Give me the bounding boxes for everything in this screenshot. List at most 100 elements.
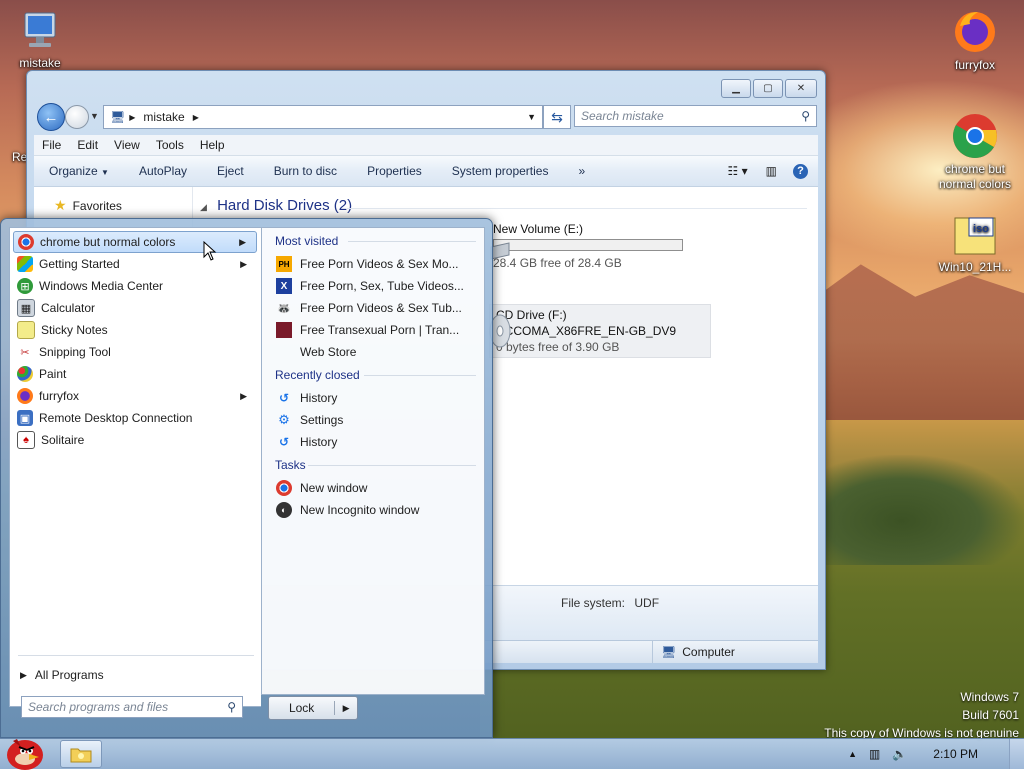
program-item-media-center[interactable]: ⊞ Windows Media Center xyxy=(13,275,257,297)
jumplist-item[interactable]: ▮ Free Transexual Porn | Tran... xyxy=(276,320,476,340)
properties-button[interactable]: Properties xyxy=(352,164,437,178)
jumplist-divider xyxy=(364,375,476,376)
command-bar: Organize ▼ AutoPlay Eject Burn to disc P… xyxy=(34,156,818,187)
menu-view[interactable]: View xyxy=(106,138,148,152)
program-item-calculator[interactable]: ▦ Calculator xyxy=(13,297,257,319)
minimize-button[interactable]: ▁ xyxy=(721,79,751,98)
system-properties-button[interactable]: System properties xyxy=(437,164,564,178)
help-icon[interactable]: ? xyxy=(791,163,818,179)
jumplist-item[interactable]: ↺ History xyxy=(276,432,476,452)
chevron-right-icon[interactable]: ▶ xyxy=(335,703,357,714)
menu-help[interactable]: Help xyxy=(192,138,233,152)
close-button[interactable]: ✕ xyxy=(785,79,817,98)
jumplist-label: Free Porn, Sex, Tube Videos... xyxy=(300,279,464,293)
recent-pages-button[interactable]: ▼ xyxy=(90,111,99,121)
program-item-snipping-tool[interactable]: ✂ Snipping Tool xyxy=(13,341,257,363)
back-button[interactable]: ← xyxy=(37,103,65,131)
lock-label: Lock xyxy=(269,701,336,715)
calculator-icon: ▦ xyxy=(17,299,35,317)
jumplist-divider xyxy=(348,241,476,242)
start-button-angry-bird-icon[interactable] xyxy=(3,733,45,771)
organize-button[interactable]: Organize ▼ xyxy=(34,164,124,178)
jumplist-item[interactable]: X Free Porn, Sex, Tube Videos... xyxy=(276,276,476,296)
jumplist-item[interactable]: Web Store xyxy=(276,342,476,362)
desktop-icon-chrome[interactable]: chrome but normal colors xyxy=(935,112,1015,192)
program-label: chrome but normal colors xyxy=(40,235,176,249)
program-item-remote-desktop[interactable]: ▣ Remote Desktop Connection xyxy=(13,407,257,429)
burn-to-disc-button[interactable]: Burn to disc xyxy=(259,164,352,178)
jumplist-label: Free Porn Videos & Sex Mo... xyxy=(300,257,459,271)
jumplist-label: History xyxy=(300,435,338,449)
firefox-icon xyxy=(955,12,995,52)
desktop-icon-label: mistake xyxy=(19,56,61,70)
jump-list: Most visited PH Free Porn Videos & Sex M… xyxy=(261,227,485,695)
search-placeholder: Search mistake xyxy=(581,109,664,123)
search-input[interactable]: Search mistake ⚲ xyxy=(574,105,817,127)
remote-desktop-icon: ▣ xyxy=(17,410,33,426)
menu-file[interactable]: File xyxy=(34,138,69,152)
program-item-furryfox[interactable]: furryfox ▶ xyxy=(13,385,257,407)
desktop-icon-furryfox[interactable]: furryfox xyxy=(935,6,1015,73)
desktop-icon-mistake[interactable]: mistake xyxy=(0,8,80,71)
group-header[interactable]: ◢ Hard Disk Drives (2) xyxy=(200,197,352,214)
submenu-arrow-icon: ▶ xyxy=(240,390,247,401)
drive-free-space: 0 bytes free of 3.90 GB xyxy=(496,340,620,354)
clock[interactable]: 2:10 PM xyxy=(933,747,978,761)
forward-button[interactable] xyxy=(65,105,89,129)
drive-new-volume[interactable]: New Volume (E:) 28.4 GB free of 28.4 GB xyxy=(493,221,683,271)
jumplist-task-new-window[interactable]: New window xyxy=(276,478,476,498)
program-label: Sticky Notes xyxy=(41,323,108,337)
star-icon: ★ xyxy=(54,197,67,213)
autoplay-button[interactable]: AutoPlay xyxy=(124,164,202,178)
nav-favorites-label: Favorites xyxy=(72,198,122,213)
view-options-icon[interactable]: ☷ ▾ xyxy=(724,164,752,178)
more-commands-button[interactable]: » xyxy=(563,164,600,178)
lock-button[interactable]: Lock ▶ xyxy=(268,696,358,720)
details-value: UDF xyxy=(634,596,660,610)
all-programs-button[interactable]: ▶ All Programs xyxy=(20,668,104,682)
program-item-sticky-notes[interactable]: Sticky Notes xyxy=(13,319,257,341)
jumplist-label: Free Porn Videos & Sex Tub... xyxy=(300,301,462,315)
drive-volume-label: CCCOMA_X86FRE_EN-GB_DV9 xyxy=(496,324,677,338)
chevron-right-icon: ▶ xyxy=(20,669,27,680)
jumplist-item[interactable]: ↺ History xyxy=(276,388,476,408)
eject-button[interactable]: Eject xyxy=(202,164,259,178)
start-menu-bottom: Search programs and files ⚲ Lock ▶ xyxy=(9,694,483,734)
jumplist-label: New window xyxy=(300,481,368,495)
jumplist-item[interactable]: PH Free Porn Videos & Sex Mo... xyxy=(276,254,476,274)
jumplist-label: New Incognito window xyxy=(300,503,420,517)
site-favicon-icon: X xyxy=(276,278,292,294)
program-item-solitaire[interactable]: ♠ Solitaire xyxy=(13,429,257,451)
address-text: mistake xyxy=(143,110,185,124)
jumplist-task-incognito[interactable]: ◐ New Incognito window xyxy=(276,500,476,520)
taskbar-explorer-button[interactable] xyxy=(60,740,102,768)
program-item-paint[interactable]: Paint xyxy=(13,363,257,385)
program-label: Getting Started xyxy=(39,257,120,271)
nav-favorites[interactable]: ★ Favorites xyxy=(54,197,122,214)
search-icon: ⚲ xyxy=(801,109,810,123)
menu-edit[interactable]: Edit xyxy=(69,138,106,152)
monitor-icon xyxy=(24,12,56,47)
jumplist-item[interactable]: 🦝 Free Porn Videos & Sex Tub... xyxy=(276,298,476,318)
network-icon[interactable]: ▥ xyxy=(869,747,880,761)
program-item-chrome[interactable]: chrome but normal colors ▶ xyxy=(13,231,257,253)
show-hidden-icons-icon[interactable]: ▲ xyxy=(848,749,857,759)
start-search-input[interactable]: Search programs and files ⚲ xyxy=(21,696,243,718)
volume-icon[interactable]: 🔈 xyxy=(892,747,907,761)
show-desktop-button[interactable] xyxy=(1009,739,1024,769)
preview-pane-icon[interactable]: ▥ xyxy=(752,164,791,178)
organize-label: Organize xyxy=(49,164,98,178)
jumplist-header-most-visited: Most visited xyxy=(275,234,339,248)
refresh-button[interactable]: ⇆ xyxy=(543,105,571,129)
menu-tools[interactable]: Tools xyxy=(148,138,192,152)
chevron-down-icon[interactable]: ▼ xyxy=(527,112,536,122)
desktop-icon-iso[interactable]: iso Win10_21H... xyxy=(935,214,1015,275)
drive-name: New Volume (E:) xyxy=(493,222,584,236)
address-bar[interactable]: 🖥 ▶ mistake ▶ ▼ xyxy=(103,105,543,129)
computer-icon: 🖥 xyxy=(661,645,677,659)
jumplist-item[interactable]: ⚙ Settings xyxy=(276,410,476,430)
details-label: File system: xyxy=(561,596,626,610)
program-item-getting-started[interactable]: Getting Started ▶ xyxy=(13,253,257,275)
drive-cd[interactable]: CD Drive (F:) CCCOMA_X86FRE_EN-GB_DV9 0 … xyxy=(489,304,711,358)
maximize-button[interactable]: ▢ xyxy=(753,79,783,98)
